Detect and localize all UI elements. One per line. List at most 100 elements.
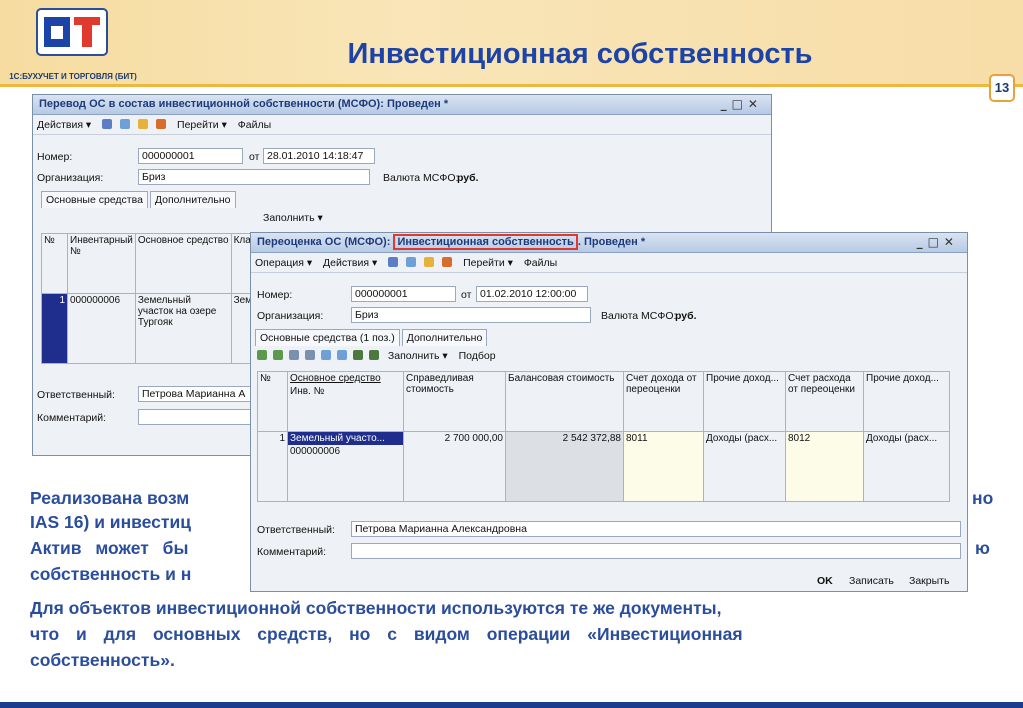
tab-assets[interactable]: Основные средства — [41, 191, 148, 208]
inventory-number-cell[interactable]: 000000006 — [67, 293, 136, 364]
window-menu: Операция ▾ Действия ▾ Перейти ▾ Файлы — [251, 253, 967, 273]
menu-actions[interactable]: Действия ▾ — [37, 119, 91, 131]
window-title-suffix: . Проведен * — [577, 236, 646, 248]
toolbar-icon[interactable] — [406, 257, 417, 267]
toolbar-icon[interactable] — [102, 119, 113, 129]
menu-files[interactable]: Файлы — [238, 119, 271, 131]
body-text-line: что и для основных средств, но с видом о… — [30, 624, 743, 644]
asset-cell[interactable]: Земельный участо... 000000006 — [287, 431, 404, 502]
row-number[interactable]: 1 — [41, 293, 68, 364]
menu-operation[interactable]: Операция ▾ — [255, 257, 312, 269]
body-text-line: но — [972, 488, 994, 508]
body-text-line: Реализована возм — [30, 488, 190, 508]
comment-field[interactable] — [138, 409, 258, 425]
date-field[interactable]: 28.01.2010 14:18:47 — [263, 148, 375, 164]
sort-asc-icon[interactable] — [353, 350, 363, 360]
date-field[interactable]: 01.02.2010 12:00:00 — [476, 286, 588, 302]
row-number[interactable]: 1 — [257, 431, 288, 502]
edit-row-icon[interactable] — [305, 350, 315, 360]
bit-logo-icon — [36, 8, 108, 56]
tab-assets[interactable]: Основные средства (1 поз.) — [255, 329, 400, 346]
slide-header: 1С:БУХУЧЕТ И ТОРГОВЛЯ (БИТ) Инвестиционн… — [0, 0, 1023, 84]
footer-bar — [0, 702, 1023, 708]
asset-cell[interactable]: Земельный участок на озере Тургояк — [134, 293, 232, 364]
sort-desc-icon[interactable] — [369, 350, 379, 360]
fair-value-cell[interactable]: 2 700 000,00 — [403, 431, 506, 502]
currency-label: Валюта МСФО: — [383, 172, 459, 184]
toolbar-icon[interactable] — [120, 119, 131, 129]
other-income-cell[interactable]: Доходы (расх... — [703, 431, 786, 502]
window-title: Перевод ОС в состав инвестиционной собст… — [39, 98, 449, 110]
book-value-cell[interactable]: 2 542 372,88 — [505, 431, 624, 502]
table-row[interactable]: 1 000000006 Земельный участок на озере Т… — [41, 293, 272, 364]
window-controls[interactable]: _□✕ — [917, 235, 959, 249]
column-header: Прочие доход... — [863, 371, 950, 432]
window-controls[interactable]: _□✕ — [721, 97, 763, 111]
pick-button[interactable]: Подбор — [459, 350, 496, 362]
toolbar-icon[interactable] — [156, 119, 167, 129]
column-header: Балансовая стоимость — [505, 371, 624, 432]
table-toolbar: Заполнить ▾ Подбор — [257, 350, 496, 362]
responsible-field[interactable]: Петрова Марианна А — [138, 386, 258, 402]
other-expense-cell[interactable]: Доходы (расх... — [863, 431, 950, 502]
column-header: Справедливая стоимость — [403, 371, 506, 432]
currency-label: Валюта МСФО: — [601, 310, 677, 322]
comment-label: Комментарий: — [257, 546, 327, 558]
add-row-icon[interactable] — [257, 350, 267, 360]
number-field[interactable]: 000000001 — [138, 148, 243, 164]
asset-name[interactable]: Земельный участо... — [288, 432, 403, 445]
move-down-icon[interactable] — [337, 350, 347, 360]
income-account-cell[interactable]: 8011 — [623, 431, 704, 502]
body-text-line: Для объектов инвестиционной собственност… — [30, 598, 722, 618]
org-field[interactable]: Бриз — [138, 169, 370, 185]
tab-additional[interactable]: Дополнительно — [149, 191, 236, 208]
window-title-prefix: Переоценка ОС (МСФО): — [257, 236, 394, 248]
window-title-bar[interactable]: Перевод ОС в состав инвестиционной собст… — [33, 95, 771, 115]
currency-value: руб. — [675, 310, 697, 322]
number-field[interactable]: 000000001 — [351, 286, 456, 302]
date-label: от — [461, 289, 472, 301]
ok-button[interactable]: OK — [817, 575, 833, 587]
close-button[interactable]: Закрыть — [909, 575, 949, 587]
column-header: Инвентарный № — [67, 233, 136, 294]
window-menu: Действия ▾ Перейти ▾ Файлы — [33, 115, 771, 135]
toolbar-icon[interactable] — [388, 257, 399, 267]
org-field[interactable]: Бриз — [351, 307, 591, 323]
toolbar-icon[interactable] — [442, 257, 453, 267]
date-label: от — [249, 151, 260, 163]
column-header: № — [41, 233, 68, 294]
body-text-line: собственность». — [30, 650, 175, 670]
bit-logo: 1С:БУХУЧЕТ И ТОРГОВЛЯ (БИТ) — [2, 4, 144, 82]
responsible-field[interactable]: Петрова Марианна Александровна — [351, 521, 961, 537]
move-up-icon[interactable] — [321, 350, 331, 360]
comment-field[interactable] — [351, 543, 961, 559]
window-title-bar[interactable]: Переоценка ОС (МСФО): Инвестиционная соб… — [251, 233, 967, 253]
menu-actions[interactable]: Действия ▾ — [323, 257, 377, 269]
inventory-number[interactable]: 000000006 — [289, 445, 403, 458]
column-header: Прочие доход... — [703, 371, 786, 432]
table-row[interactable]: 1 Земельный участо... 000000006 2 700 000… — [257, 431, 950, 502]
delete-row-icon[interactable] — [289, 350, 299, 360]
column-header: Счет дохода от переоценки — [623, 371, 704, 432]
toolbar-icon[interactable] — [424, 257, 435, 267]
tab-additional[interactable]: Дополнительно — [401, 329, 488, 346]
column-header: № — [257, 371, 288, 432]
operation-type-highlight: Инвестиционная собственность — [393, 234, 578, 250]
copy-row-icon[interactable] — [273, 350, 283, 360]
asset-header: Основное средство — [290, 373, 381, 384]
fill-button[interactable]: Заполнить ▾ — [263, 212, 323, 224]
revaluation-document-window[interactable]: Переоценка ОС (МСФО): Инвестиционная соб… — [250, 232, 968, 592]
menu-files[interactable]: Файлы — [524, 257, 557, 269]
menu-goto[interactable]: Перейти ▾ — [463, 257, 513, 269]
currency-value: руб. — [457, 172, 479, 184]
assets-table: № Инвентарный № Основное средство Кла 1 … — [41, 233, 272, 364]
expense-account-cell[interactable]: 8012 — [785, 431, 864, 502]
responsible-label: Ответственный: — [257, 524, 335, 536]
menu-goto[interactable]: Перейти ▾ — [177, 119, 227, 131]
slide-title: Инвестиционная собственность — [347, 38, 813, 70]
org-label: Организация: — [257, 310, 324, 322]
toolbar-icon[interactable] — [138, 119, 149, 129]
number-label: Номер: — [257, 289, 293, 301]
fill-button[interactable]: Заполнить ▾ — [388, 350, 448, 362]
save-button[interactable]: Записать — [849, 575, 894, 587]
